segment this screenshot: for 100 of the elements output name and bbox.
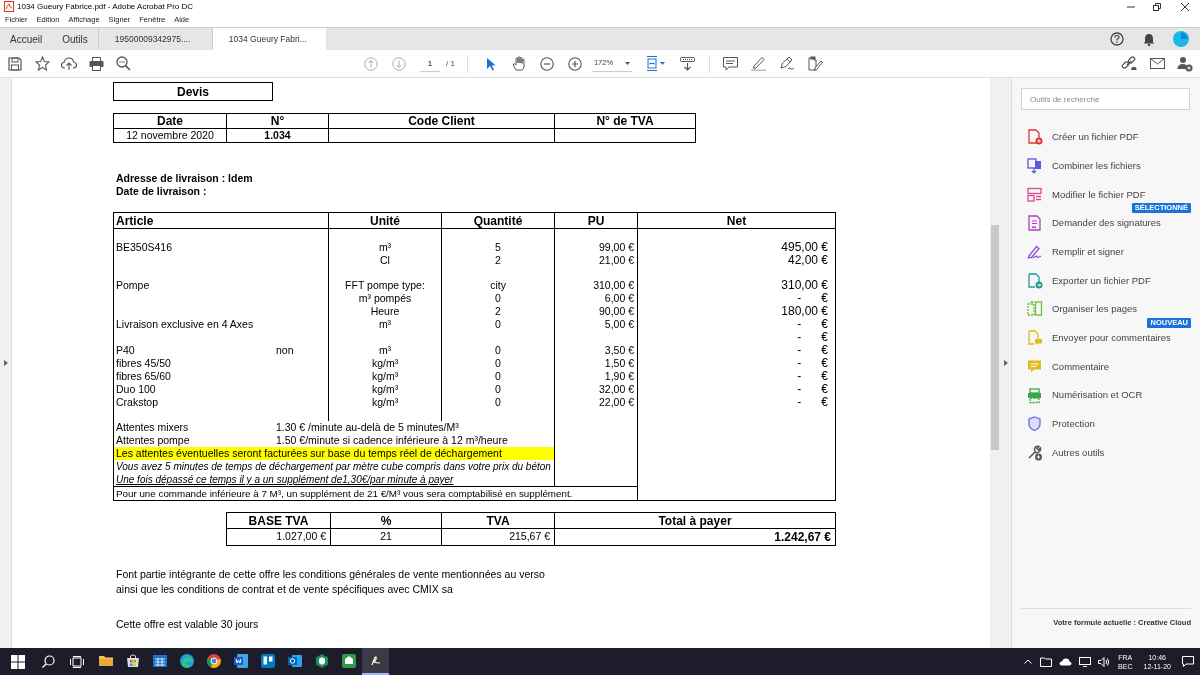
table-cell: 32,00 € (598, 383, 634, 396)
tool-item[interactable]: Protection (1021, 413, 1095, 436)
arrow-up-icon (364, 56, 378, 71)
avatar-icon (1173, 31, 1189, 47)
search-field[interactable]: Outils de recherche (1021, 88, 1190, 110)
table-cell: - € (797, 357, 828, 370)
table-cell: Heure (370, 305, 400, 318)
tool-item[interactable]: Exporter un fichier PDF (1021, 269, 1151, 292)
table-cell: 99,00 € (598, 241, 634, 254)
page-number-field[interactable]: 1 (420, 55, 440, 72)
table-cell: FFT pompe type: (345, 279, 425, 292)
restore-icon (1153, 2, 1161, 11)
table-cell: 5,00 € (604, 318, 634, 331)
search-icon (41, 655, 55, 668)
table-cell-text: fibres 45/50 (116, 357, 172, 370)
table-cell: 1.034 (227, 129, 329, 142)
document-arrow-icon (1027, 272, 1043, 289)
table-cell: m³ (378, 344, 392, 357)
window-title: 1034 Gueury Fabrice.pdf - Adobe Acrobat Pro DC (17, 0, 194, 13)
tab[interactable]: Outils (52, 28, 98, 50)
column-header: PU (555, 213, 638, 228)
table-cell: 0 (495, 357, 501, 370)
link-icon (1121, 56, 1137, 71)
table-cell: 42,00 € (787, 254, 828, 267)
table-cell: 3,50 € (604, 344, 634, 357)
expand-arrow-icon (1003, 360, 1008, 366)
column-header: Article (114, 213, 329, 228)
shield-icon (1027, 416, 1043, 433)
table-cell: 12 novembre 2020 (114, 129, 227, 142)
highlighted-note: Les attentes éventuelles seront facturées sur base du temps réel de déchargement (114, 447, 554, 460)
column-header: Unité (329, 213, 442, 228)
expand-arrow-icon (3, 360, 8, 366)
cloud-icon (1059, 657, 1073, 666)
column-header: N° (227, 114, 329, 129)
table-cell: 2 (495, 305, 501, 318)
folder-icon (1040, 656, 1053, 667)
comment-icon (723, 56, 739, 71)
table-cell: kg/m³ (371, 396, 399, 409)
note-label: Attentes pompe (116, 434, 191, 447)
table-cell: kg/m³ (371, 357, 399, 370)
chevron-up-icon (1024, 659, 1033, 664)
speaker-icon (1098, 656, 1111, 667)
tool-item[interactable]: Demander des signatures (1021, 212, 1161, 235)
footer-text: Font partie intégrante de cette offre les conditions générales de vente mentionnées au verso (115, 567, 546, 582)
star-icon (34, 56, 50, 71)
printer-icon (88, 56, 104, 71)
tool-item[interactable]: Créer un fichier PDF (1021, 126, 1139, 149)
column-header: Quantité (442, 213, 555, 228)
table-cell: 1,50 € (604, 357, 634, 370)
caret-icon (624, 61, 630, 65)
table-cell: - € (797, 292, 828, 305)
layout-icon (1027, 186, 1043, 203)
table-cell-text: BE350S416 (116, 241, 174, 254)
caret-icon (659, 62, 665, 65)
table-cell: m³ (378, 241, 392, 254)
document-app-icon (232, 652, 249, 669)
note-label: Attentes mixers (116, 421, 190, 434)
house-app-icon (340, 652, 357, 669)
table-cell-text: Livraison exclusive en 4 Axes (116, 318, 255, 331)
tool-item[interactable]: Organiser les pages (1021, 298, 1138, 321)
note-text: Pour une commande inférieure à 7 M³, un supplément de 21 €/M³ vous sera comptabilisé en supplément. (114, 486, 637, 500)
table-cell: 1.027,00 € (227, 529, 331, 545)
cursor-icon (484, 56, 497, 71)
task-view-icon (70, 655, 84, 668)
scrollbar-thumb[interactable] (991, 225, 999, 450)
colored-circle-icon (205, 652, 222, 669)
table-cell: - € (797, 396, 828, 409)
column-header: % (331, 513, 442, 529)
table-cell: 21,00 € (598, 254, 634, 267)
tool-item[interactable]: Commentaire (1021, 355, 1110, 378)
tool-item[interactable]: Autres outils (1021, 441, 1105, 464)
tab[interactable]: 1034 Gueury Fabri... (211, 28, 326, 50)
column-header: Net (725, 213, 748, 228)
scroll-mode-icon (680, 56, 696, 71)
pdf-app-icon (367, 652, 384, 669)
table-cell: - € (797, 370, 828, 383)
table-cell-text: 1.242,67 € (773, 529, 832, 545)
table-cell-text: Pompe (116, 279, 151, 292)
table-cell: 495,00 € (781, 241, 828, 254)
table-cell: - € (797, 331, 828, 344)
tab[interactable]: Accueil (0, 28, 53, 50)
footer-text: Cette offre est valable 30 jours (115, 617, 260, 632)
taskbar-app[interactable] (362, 648, 389, 675)
cloud-upload-icon (61, 56, 77, 71)
notification-icon (1182, 656, 1194, 667)
table-cell: Cl (380, 254, 390, 267)
tool-item[interactable]: Combiner les fichiers (1021, 155, 1141, 178)
mail-app-icon (286, 652, 303, 669)
tool-item[interactable]: Envoyer pour commentaires (1021, 327, 1171, 350)
table-cell-text: P40 (116, 344, 136, 357)
document-comment-icon (1027, 330, 1043, 347)
delivery-info: Date de livraison : (115, 185, 208, 198)
tool-item[interactable]: Remplir et signer (1021, 241, 1124, 264)
plus-circle-icon (567, 56, 582, 71)
table-cell: 5 (495, 241, 501, 254)
table-cell-text: Crakstop (116, 396, 159, 409)
stacked-documents-icon (1027, 158, 1043, 175)
fit-page-icon (645, 56, 658, 71)
tool-item[interactable]: Numérisation et OCR (1021, 384, 1143, 407)
table-cell: 215,67 € (442, 529, 555, 545)
